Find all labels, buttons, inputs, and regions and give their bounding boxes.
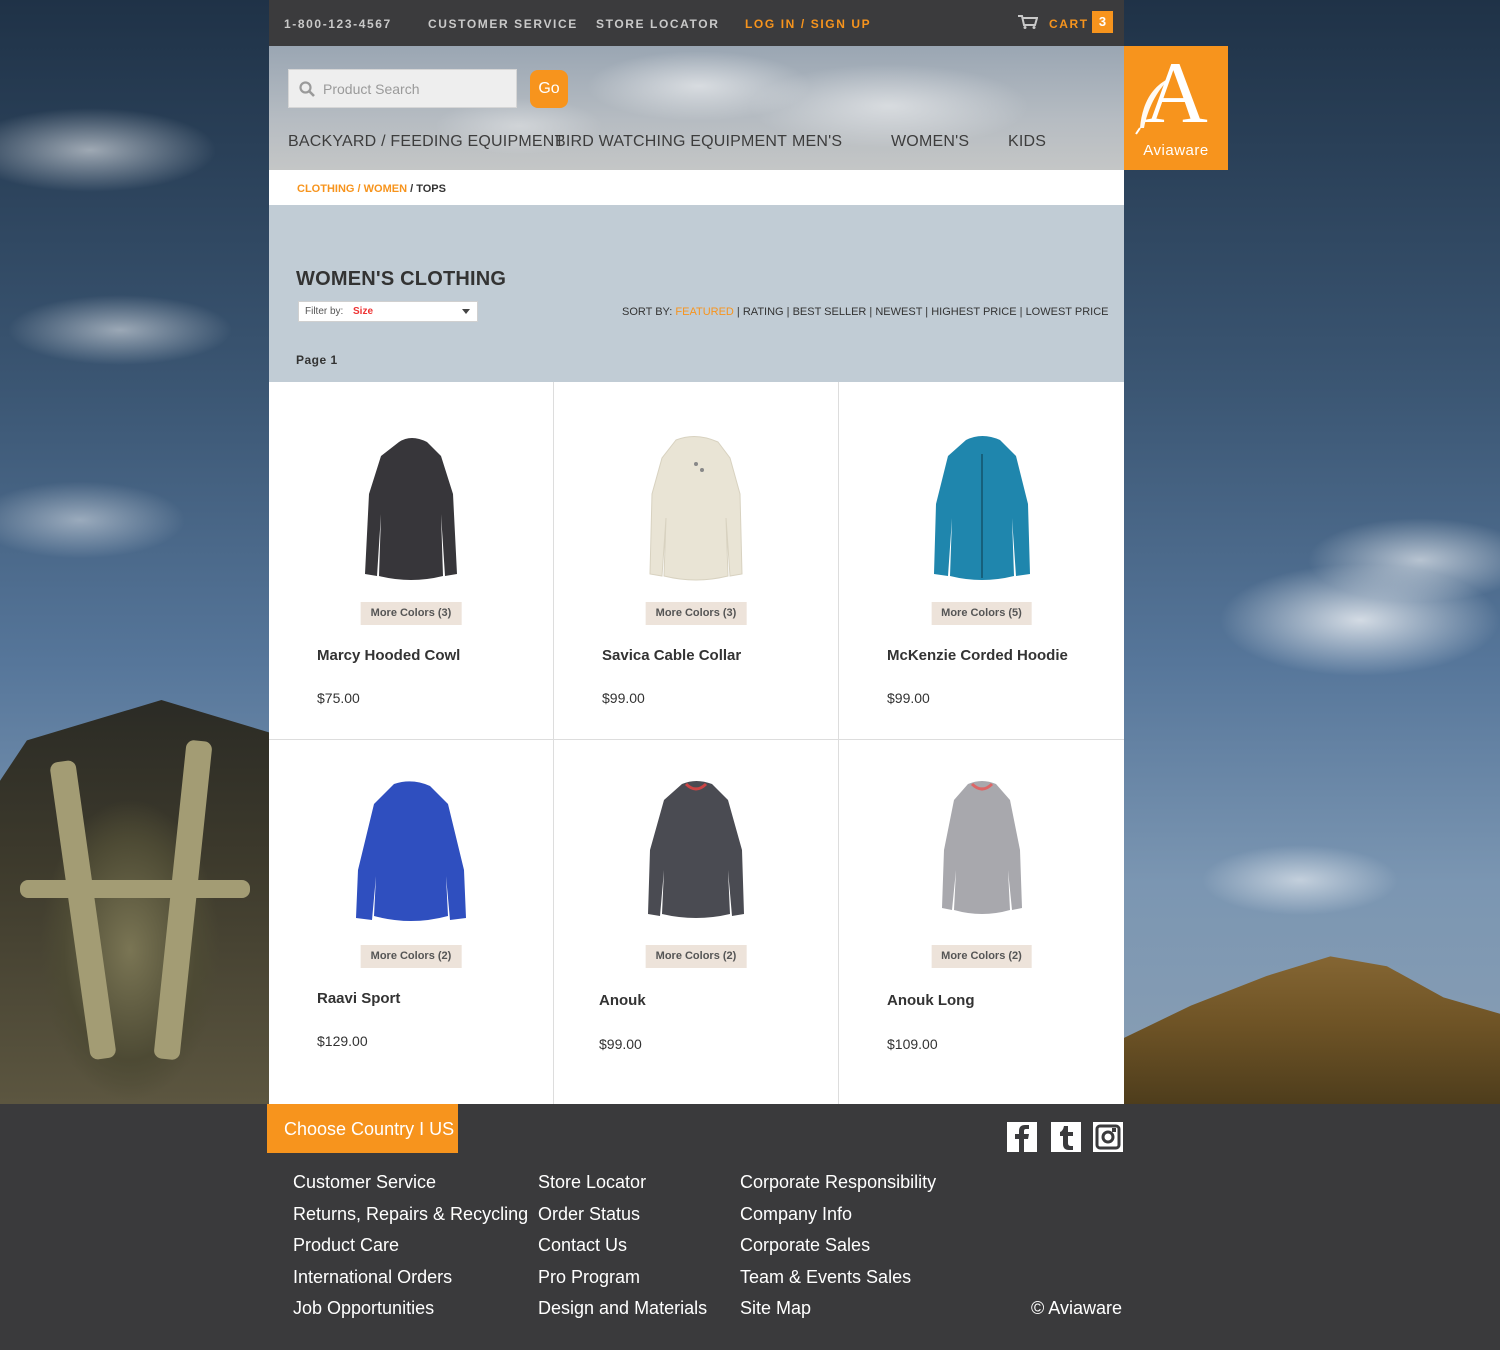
breadcrumb: CLOTHING / WOMEN / TOPS	[269, 170, 1124, 205]
search-box	[288, 69, 517, 108]
footer: Choose Country I US Customer Service Ret…	[0, 1104, 1500, 1350]
product-card[interactable]: More Colors (2) Raavi Sport $129.00	[269, 740, 554, 1104]
nav-item-bird-watching[interactable]: BIRD WATCHING EQUIPMENT	[555, 133, 787, 151]
more-colors-button[interactable]: More Colors (2)	[931, 945, 1032, 968]
facebook-icon[interactable]	[1007, 1122, 1037, 1152]
more-colors-button[interactable]: More Colors (3)	[645, 602, 747, 625]
product-name[interactable]: McKenzie Corded Hoodie	[887, 647, 1068, 664]
product-card[interactable]: More Colors (2) Anouk Long $109.00	[839, 740, 1124, 1104]
sort-best-seller[interactable]: BEST SELLER	[793, 306, 867, 318]
product-card[interactable]: More Colors (5) McKenzie Corded Hoodie $…	[839, 382, 1124, 740]
product-image[interactable]	[932, 434, 1032, 584]
footer-link-company-info[interactable]: Company Info	[740, 1204, 936, 1236]
sort-rating[interactable]: RATING	[743, 306, 784, 318]
sort-options: SORT BY: FEATURED | RATING | BEST SELLER…	[622, 306, 1109, 318]
tumblr-icon[interactable]	[1051, 1122, 1081, 1152]
footer-link-corporate-responsibility[interactable]: Corporate Responsibility	[740, 1172, 936, 1204]
footer-link-customer-service[interactable]: Customer Service	[293, 1172, 528, 1204]
footer-link-design-materials[interactable]: Design and Materials	[538, 1298, 707, 1330]
footer-column-1: Customer Service Returns, Repairs & Recy…	[293, 1172, 528, 1330]
page-title: WOMEN'S CLOTHING	[296, 268, 507, 290]
footer-link-team-events-sales[interactable]: Team & Events Sales	[740, 1267, 936, 1299]
product-image[interactable]	[940, 780, 1024, 920]
chevron-down-icon	[462, 309, 470, 314]
cart-link[interactable]: CART	[1049, 17, 1089, 31]
phone-number: 1-800-123-4567	[284, 17, 392, 31]
footer-link-store-locator[interactable]: Store Locator	[538, 1172, 707, 1204]
background-backpack	[0, 700, 269, 1104]
cart-icon[interactable]	[1018, 15, 1038, 29]
footer-link-pro-program[interactable]: Pro Program	[538, 1267, 707, 1299]
product-card[interactable]: More Colors (3) Marcy Hooded Cowl $75.00	[269, 382, 554, 740]
product-price: $99.00	[602, 690, 645, 706]
instagram-icon[interactable]	[1093, 1122, 1123, 1152]
aviaware-logo[interactable]: A Aviaware	[1124, 46, 1228, 170]
sort-lowest-price[interactable]: LOWEST PRICE	[1026, 306, 1109, 318]
product-image[interactable]	[354, 780, 468, 925]
sort-label: SORT BY:	[622, 306, 673, 318]
product-image[interactable]	[646, 434, 746, 584]
product-name[interactable]: Marcy Hooded Cowl	[317, 647, 460, 664]
product-price: $75.00	[317, 690, 360, 706]
sort-newest[interactable]: NEWEST	[875, 306, 922, 318]
breadcrumb-clothing[interactable]: CLOTHING	[297, 183, 354, 195]
footer-column-2: Store Locator Order Status Contact Us Pr…	[538, 1172, 707, 1330]
sort-highest-price[interactable]: HIGHEST PRICE	[931, 306, 1016, 318]
footer-link-returns[interactable]: Returns, Repairs & Recycling	[293, 1204, 528, 1236]
product-price: $99.00	[887, 690, 930, 706]
product-name[interactable]: Savica Cable Collar	[602, 647, 741, 664]
more-colors-button[interactable]: More Colors (5)	[931, 602, 1032, 625]
footer-link-product-care[interactable]: Product Care	[293, 1235, 528, 1267]
cart-count-badge[interactable]: 3	[1092, 11, 1113, 33]
breadcrumb-current: TOPS	[416, 183, 446, 195]
login-signup-link[interactable]: LOG IN / SIGN UP	[745, 17, 871, 31]
product-price: $99.00	[599, 1036, 642, 1052]
footer-link-job-opportunities[interactable]: Job Opportunities	[293, 1298, 528, 1330]
footer-link-international-orders[interactable]: International Orders	[293, 1267, 528, 1299]
product-price: $129.00	[317, 1033, 368, 1049]
nav-item-mens[interactable]: MEN'S	[792, 133, 842, 151]
choose-country-button[interactable]: Choose Country I US	[267, 1104, 458, 1153]
footer-link-corporate-sales[interactable]: Corporate Sales	[740, 1235, 936, 1267]
filter-value: Size	[353, 306, 374, 317]
search-icon	[299, 81, 315, 97]
product-name[interactable]: Anouk	[599, 992, 646, 1009]
top-utility-bar: 1-800-123-4567 CUSTOMER SERVICE STORE LO…	[269, 0, 1124, 46]
more-colors-button[interactable]: More Colors (3)	[360, 602, 462, 625]
nav-item-womens[interactable]: WOMEN'S	[891, 133, 969, 151]
feather-icon	[1135, 78, 1170, 135]
page-indicator: Page 1	[296, 353, 338, 367]
filter-dropdown[interactable]: Filter by: Size	[298, 301, 478, 322]
product-image[interactable]	[361, 434, 461, 584]
copyright: © Aviaware	[1031, 1298, 1122, 1318]
product-image[interactable]	[646, 780, 746, 920]
more-colors-button[interactable]: More Colors (2)	[360, 945, 462, 968]
footer-link-site-map[interactable]: Site Map	[740, 1298, 936, 1330]
product-card[interactable]: More Colors (3) Savica Cable Collar $99.…	[554, 382, 839, 740]
nav-item-backyard[interactable]: BACKYARD / FEEDING EQUIPMENT	[288, 133, 564, 151]
logo-brand-name: Aviaware	[1143, 142, 1209, 159]
nav-item-kids[interactable]: KIDS	[1008, 133, 1046, 151]
footer-link-contact-us[interactable]: Contact Us	[538, 1235, 707, 1267]
more-colors-button[interactable]: More Colors (2)	[645, 945, 747, 968]
breadcrumb-women[interactable]: WOMEN	[364, 183, 407, 195]
footer-column-3: Corporate Responsibility Company Info Co…	[740, 1172, 936, 1330]
product-card[interactable]: More Colors (2) Anouk $99.00	[554, 740, 839, 1104]
customer-service-link[interactable]: CUSTOMER SERVICE	[428, 17, 578, 31]
search-go-button[interactable]: Go	[530, 70, 568, 108]
product-grid: More Colors (3) Marcy Hooded Cowl $75.00…	[269, 382, 1124, 1104]
store-locator-link[interactable]: STORE LOCATOR	[596, 17, 719, 31]
product-name[interactable]: Anouk Long	[887, 992, 974, 1009]
listing-header: WOMEN'S CLOTHING Filter by: Size SORT BY…	[269, 205, 1124, 382]
product-price: $109.00	[887, 1036, 938, 1052]
product-name[interactable]: Raavi Sport	[317, 990, 400, 1007]
header: Go BACKYARD / FEEDING EQUIPMENT BIRD WAT…	[269, 46, 1124, 170]
sort-featured[interactable]: FEATURED	[675, 306, 733, 318]
search-input[interactable]	[323, 70, 513, 107]
filter-label: Filter by:	[305, 306, 344, 317]
footer-link-order-status[interactable]: Order Status	[538, 1204, 707, 1236]
